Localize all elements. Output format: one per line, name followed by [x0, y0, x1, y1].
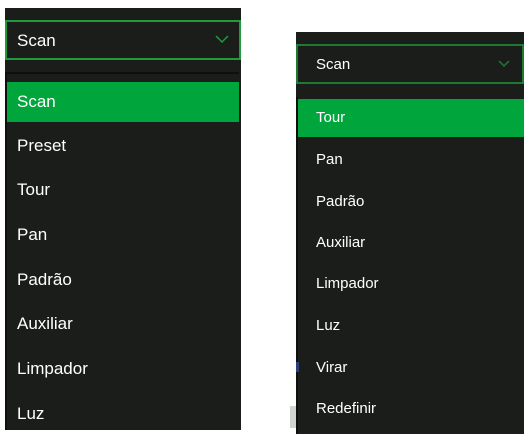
- right-option-tour[interactable]: Tour: [298, 99, 524, 137]
- left-option-padrao[interactable]: Padrão: [7, 260, 239, 300]
- background-fragment: [296, 362, 299, 372]
- left-option-preset[interactable]: Preset: [7, 126, 239, 166]
- chevron-down-icon[interactable]: [498, 60, 510, 68]
- background-fragment: [290, 406, 296, 428]
- left-option-auxiliar[interactable]: Auxiliar: [7, 304, 239, 344]
- right-option-pan[interactable]: Pan: [298, 141, 524, 179]
- right-select-box[interactable]: Scan: [296, 44, 524, 84]
- left-select-value: Scan: [17, 31, 56, 50]
- right-option-luz[interactable]: Luz: [298, 307, 524, 345]
- left-dropdown: Scan Scan Preset Tour Pan Padrão Auxilia…: [5, 8, 241, 430]
- chevron-down-icon[interactable]: [215, 34, 229, 44]
- right-option-limpador[interactable]: Limpador: [298, 265, 524, 303]
- left-option-scan[interactable]: Scan: [7, 82, 239, 122]
- right-option-redefinir[interactable]: Redefinir: [298, 390, 524, 428]
- left-option-limpador[interactable]: Limpador: [7, 349, 239, 389]
- right-dropdown: Scan Tour Pan Padrão Auxiliar Limpador L…: [296, 32, 524, 434]
- left-option-tour[interactable]: Tour: [7, 170, 239, 210]
- right-option-padrao[interactable]: Padrão: [298, 183, 524, 221]
- left-option-pan[interactable]: Pan: [7, 215, 239, 255]
- right-option-auxiliar[interactable]: Auxiliar: [298, 224, 524, 262]
- left-options-list: Scan Preset Tour Pan Padrão Auxiliar Lim…: [5, 72, 239, 430]
- right-select-value: Scan: [316, 56, 351, 73]
- right-options-list: Tour Pan Padrão Auxiliar Limpador Luz Vi…: [296, 97, 524, 434]
- left-select-box[interactable]: Scan: [5, 20, 241, 60]
- right-option-virar[interactable]: Virar: [298, 349, 524, 387]
- left-option-luz[interactable]: Luz: [7, 394, 239, 434]
